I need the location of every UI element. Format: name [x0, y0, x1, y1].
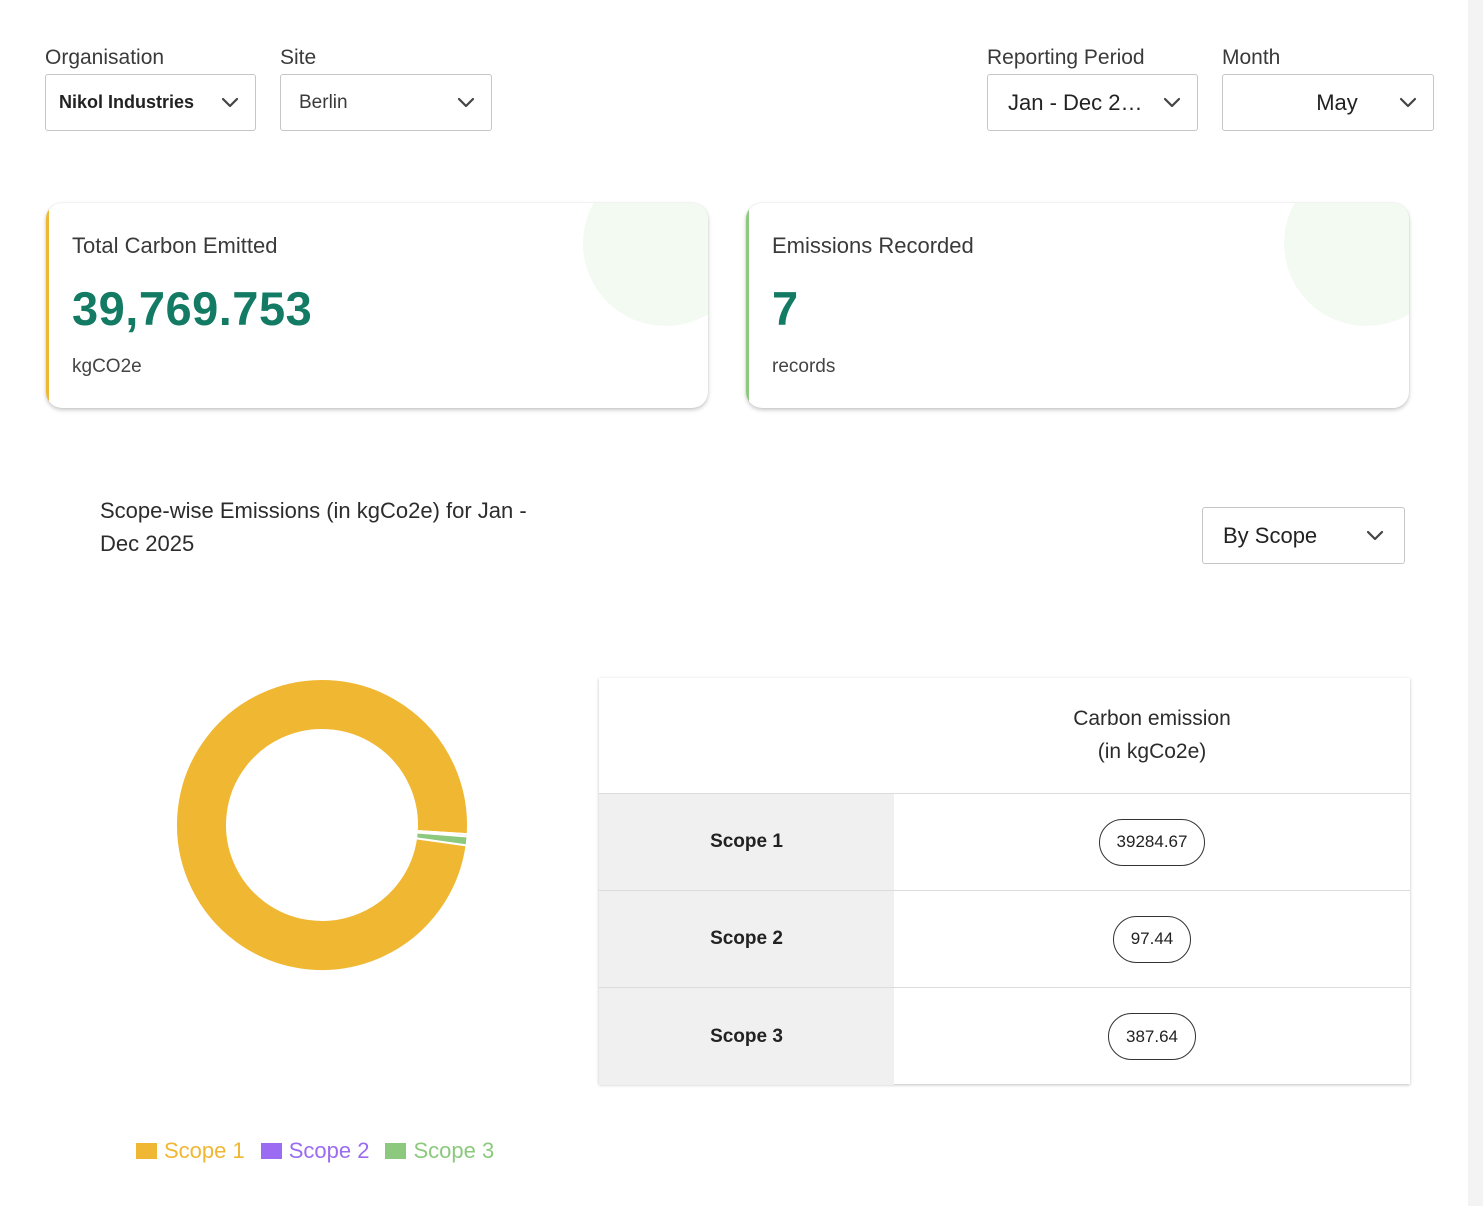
month-value: May [1316, 89, 1358, 115]
legend-label: Scope 3 [413, 1138, 495, 1163]
chevron-down-icon [1161, 92, 1183, 114]
table-row: Scope 2 97.44 [599, 891, 1410, 988]
value-pill: 387.64 [1108, 1013, 1196, 1060]
legend-swatch [385, 1143, 407, 1159]
chevron-down-icon [1364, 525, 1386, 547]
group-by-value: By Scope [1223, 522, 1318, 548]
card-title: Emissions Recorded [772, 233, 974, 258]
scope-name: Scope 2 [599, 891, 894, 987]
reporting-period-label: Reporting Period [987, 46, 1145, 69]
scope-value-cell: 387.64 [894, 988, 1410, 1085]
scope-emission-table: Carbon emission (in kgCo2e) Scope 1 3928… [599, 678, 1410, 1085]
reporting-period-filter: Reporting Period [987, 44, 1145, 72]
column-header-line1: Carbon emission [1073, 707, 1231, 730]
value-pill: 97.44 [1112, 915, 1192, 963]
value-pill: 39284.67 [1098, 818, 1206, 866]
reporting-period-select[interactable]: Jan - Dec 2… [987, 74, 1198, 131]
month-select[interactable]: May [1222, 74, 1434, 131]
legend-swatch [260, 1143, 282, 1159]
card-decoration [583, 203, 708, 326]
legend-item-scope-3[interactable]: Scope 3 [385, 1138, 494, 1164]
table-header: Carbon emission (in kgCo2e) [599, 678, 1410, 794]
emissions-recorded-card: Emissions Recorded 7 records [746, 203, 1409, 408]
donut-slice-scope-1[interactable] [175, 678, 469, 972]
legend-label: Scope 2 [288, 1138, 370, 1163]
scope-name: Scope 1 [599, 794, 894, 890]
legend-item-scope-2[interactable]: Scope 2 [260, 1138, 370, 1164]
scope-name: Scope 3 [599, 988, 894, 1085]
scope-value-cell: 97.44 [894, 891, 1410, 987]
legend-item-scope-1[interactable]: Scope 1 [136, 1138, 245, 1164]
table-row: Scope 1 39284.67 [599, 794, 1410, 891]
chart-legend: Scope 1 Scope 2 Scope 3 [136, 1138, 510, 1164]
group-by-select[interactable]: By Scope [1202, 507, 1405, 564]
reporting-period-value: Jan - Dec 2… [1008, 89, 1143, 115]
card-unit: records [772, 356, 836, 377]
scope-donut-chart [175, 678, 469, 972]
legend-label: Scope 1 [164, 1138, 245, 1163]
table-row: Scope 3 387.64 [599, 988, 1410, 1085]
column-header: Carbon emission (in kgCo2e) [997, 702, 1307, 768]
legend-swatch [136, 1143, 157, 1159]
card-accent-bar [746, 203, 749, 408]
chevron-down-icon [1397, 92, 1419, 114]
scrollbar-gutter [1468, 0, 1483, 1206]
scope-value-cell: 39284.67 [894, 794, 1410, 890]
column-header-line2: (in kgCo2e) [1097, 740, 1207, 763]
month-filter: Month [1222, 44, 1280, 72]
card-value: 7 [772, 282, 799, 335]
month-label: Month [1222, 46, 1281, 69]
card-decoration [1284, 203, 1409, 326]
